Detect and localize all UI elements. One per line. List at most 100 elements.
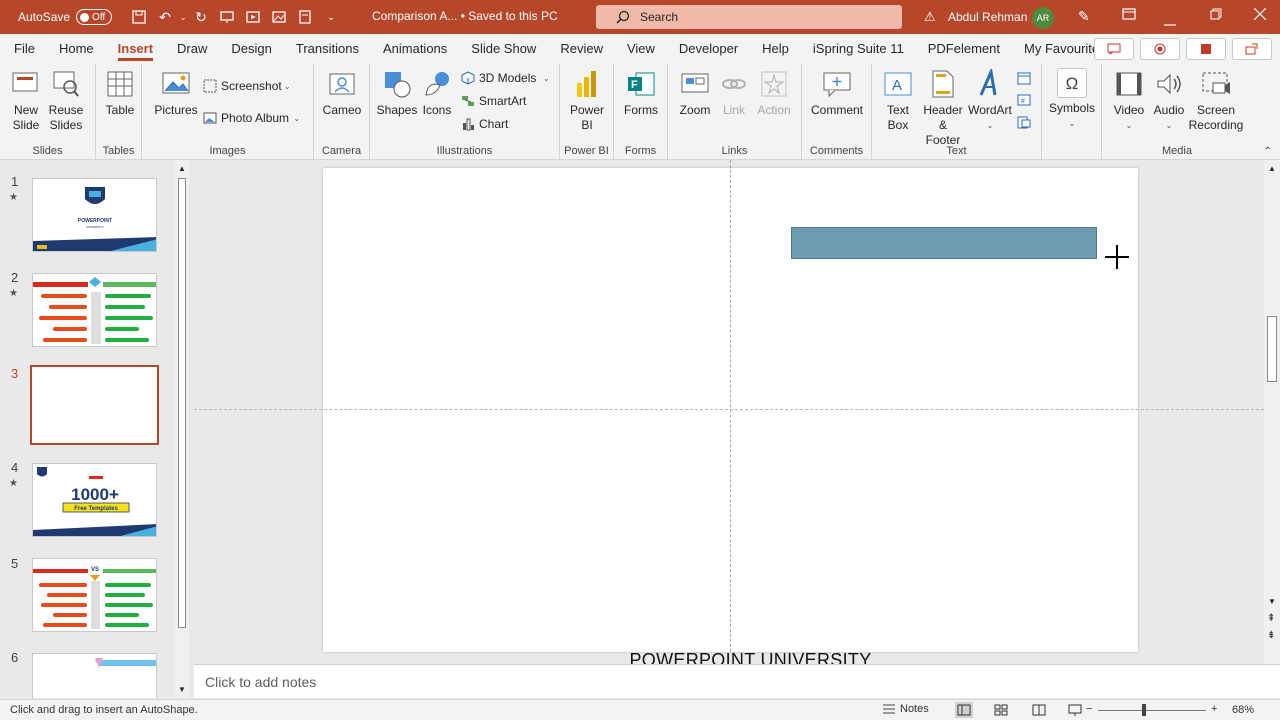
slideshow-view-icon[interactable] — [1066, 702, 1084, 718]
power-bi-button[interactable]: Power BI — [566, 68, 608, 133]
thumbnails-scrollbar[interactable]: ▲ ▼ — [175, 160, 189, 698]
scrollbar-thumb[interactable] — [178, 178, 186, 628]
rectangle-shape[interactable] — [791, 227, 1097, 259]
slide-thumbnail-1[interactable]: POWERPOINT UNIVERSITY — [32, 178, 157, 252]
thumb-number-3: 3 — [11, 366, 19, 381]
zoom-in-icon[interactable]: + — [1211, 703, 1217, 715]
smartart-button[interactable]: SmartArt — [460, 93, 526, 109]
tab-home[interactable]: Home — [47, 34, 106, 64]
save-icon[interactable] — [126, 5, 152, 29]
vertical-guide[interactable] — [730, 160, 731, 652]
forms-icon: F — [628, 72, 655, 96]
tab-developer[interactable]: Developer — [667, 34, 750, 64]
video-button[interactable]: Video ⌄ — [1108, 68, 1150, 133]
link-button[interactable]: Link — [716, 68, 752, 118]
comments-icon[interactable] — [1094, 38, 1134, 60]
scroll-down-icon[interactable]: ▼ — [1268, 597, 1276, 606]
table-button[interactable]: Table — [100, 68, 140, 118]
notes-button[interactable]: Notes — [882, 703, 929, 715]
normal-view-icon[interactable] — [955, 702, 973, 718]
scroll-down-icon[interactable]: ▼ — [178, 685, 186, 694]
slide-thumbnail-6[interactable] — [32, 653, 157, 698]
undo-dropdown-icon[interactable]: ⌄ — [178, 5, 188, 29]
next-slide-icon[interactable]: ⇟ — [1267, 630, 1275, 641]
record-icon[interactable] — [1140, 38, 1180, 60]
image-icon[interactable] — [266, 5, 292, 29]
new-slide-button[interactable]: New Slide — [6, 68, 46, 133]
warning-icon[interactable]: ⚠ — [924, 9, 936, 25]
screen-recording-button[interactable]: Screen Recording — [1186, 68, 1246, 133]
previous-slide-icon[interactable]: ⇞ — [1267, 613, 1275, 624]
slide-thumbnail-4[interactable]: 1000+ Free Templates — [32, 463, 157, 537]
share-icon[interactable] — [1232, 38, 1272, 60]
zoom-button[interactable]: Zoom — [674, 68, 716, 118]
reuse-slides-button[interactable]: Reuse Slides — [46, 68, 86, 133]
autosave-toggle[interactable]: Off — [76, 9, 113, 25]
icons-button[interactable]: Icons — [418, 68, 456, 118]
slide-thumbnail-5[interactable]: VS — [32, 558, 157, 632]
tab-insert[interactable]: Insert — [106, 34, 165, 64]
touch-mode-icon[interactable] — [292, 5, 318, 29]
comment-button[interactable]: Comment — [808, 68, 866, 118]
slide-thumbnail-2[interactable] — [32, 273, 157, 347]
scrollbar-thumb[interactable] — [1267, 316, 1277, 382]
scroll-up-icon[interactable]: ▲ — [178, 164, 186, 173]
scroll-up-icon[interactable]: ▲ — [1268, 164, 1276, 173]
tab-design[interactable]: Design — [219, 34, 283, 64]
tab-help[interactable]: Help — [750, 34, 801, 64]
cameo-button[interactable]: Cameo — [320, 68, 364, 118]
tab-pdfelement[interactable]: PDFelement — [916, 34, 1012, 64]
slide-thumbnail-3[interactable] — [30, 365, 159, 445]
ribbon-display-icon[interactable] — [1122, 8, 1136, 23]
tab-view[interactable]: View — [615, 34, 667, 64]
symbols-button[interactable]: Ω Symbols ⌄ — [1048, 68, 1096, 131]
zoom-slider[interactable] — [1098, 710, 1206, 711]
shapes-button[interactable]: Shapes — [376, 68, 418, 118]
avatar[interactable]: AR — [1032, 7, 1054, 29]
tab-file[interactable]: File — [0, 34, 47, 64]
restore-icon[interactable] — [1210, 8, 1222, 23]
undo-icon[interactable]: ↶ — [152, 5, 178, 29]
photo-album-button[interactable]: Photo Album ⌄ — [202, 110, 300, 126]
zoom-slider-thumb[interactable] — [1142, 704, 1146, 716]
slide-number-button[interactable]: # — [1016, 92, 1035, 108]
date-time-button[interactable] — [1016, 70, 1035, 86]
slide-sorter-icon[interactable] — [992, 702, 1010, 718]
customize-qat-icon[interactable]: ⌄ — [318, 5, 344, 29]
tab-transitions[interactable]: Transitions — [284, 34, 371, 64]
autosave[interactable]: AutoSave Off — [18, 9, 113, 25]
office-share-icon[interactable] — [1186, 38, 1226, 60]
3d-models-button[interactable]: 3D Models ⌄ — [460, 70, 550, 86]
close-icon[interactable] — [1253, 7, 1267, 23]
minimize-icon[interactable] — [1164, 14, 1176, 29]
audio-button[interactable]: Audio ⌄ — [1148, 68, 1190, 133]
canvas-scrollbar[interactable]: ▲ ▼ ⇞ ⇟ — [1264, 160, 1280, 664]
user-name[interactable]: Abdul Rehman — [948, 10, 1027, 24]
object-button[interactable] — [1016, 114, 1035, 130]
action-button[interactable]: Action — [754, 68, 794, 118]
present-icon[interactable] — [214, 5, 240, 29]
horizontal-guide[interactable] — [194, 409, 1264, 410]
screenshot-button[interactable]: Screenshot ⌄ — [202, 78, 291, 94]
notes-pane[interactable]: Click to add notes — [194, 664, 1280, 698]
tab-animations[interactable]: Animations — [371, 34, 459, 64]
tab-draw[interactable]: Draw — [165, 34, 219, 64]
redo-icon[interactable]: ↻ — [188, 5, 214, 29]
header-footer-button[interactable]: Header & Footer — [920, 68, 966, 148]
forms-button[interactable]: F Forms — [620, 68, 662, 118]
tab-slide-show[interactable]: Slide Show — [459, 34, 548, 64]
tab-ispring[interactable]: iSpring Suite 11 — [801, 34, 916, 64]
reading-view-icon[interactable] — [1030, 702, 1048, 718]
search-box[interactable]: Search — [596, 5, 902, 29]
collapse-ribbon-icon[interactable]: ⌃ — [1264, 146, 1272, 157]
tab-review[interactable]: Review — [548, 34, 615, 64]
wordart-button[interactable]: WordArt ⌄ — [968, 68, 1012, 133]
pen-icon[interactable]: ✎ — [1078, 8, 1090, 25]
slideshow-icon[interactable] — [240, 5, 266, 29]
pictures-button[interactable]: Pictures — [154, 68, 198, 118]
document-title[interactable]: Comparison A... • Saved to this PC — [372, 9, 558, 23]
chart-button[interactable]: Chart — [460, 116, 508, 132]
zoom-out-icon[interactable]: − — [1086, 703, 1092, 715]
text-box-button[interactable]: A Text Box — [878, 68, 918, 133]
zoom-percent[interactable]: 68% — [1232, 704, 1254, 716]
